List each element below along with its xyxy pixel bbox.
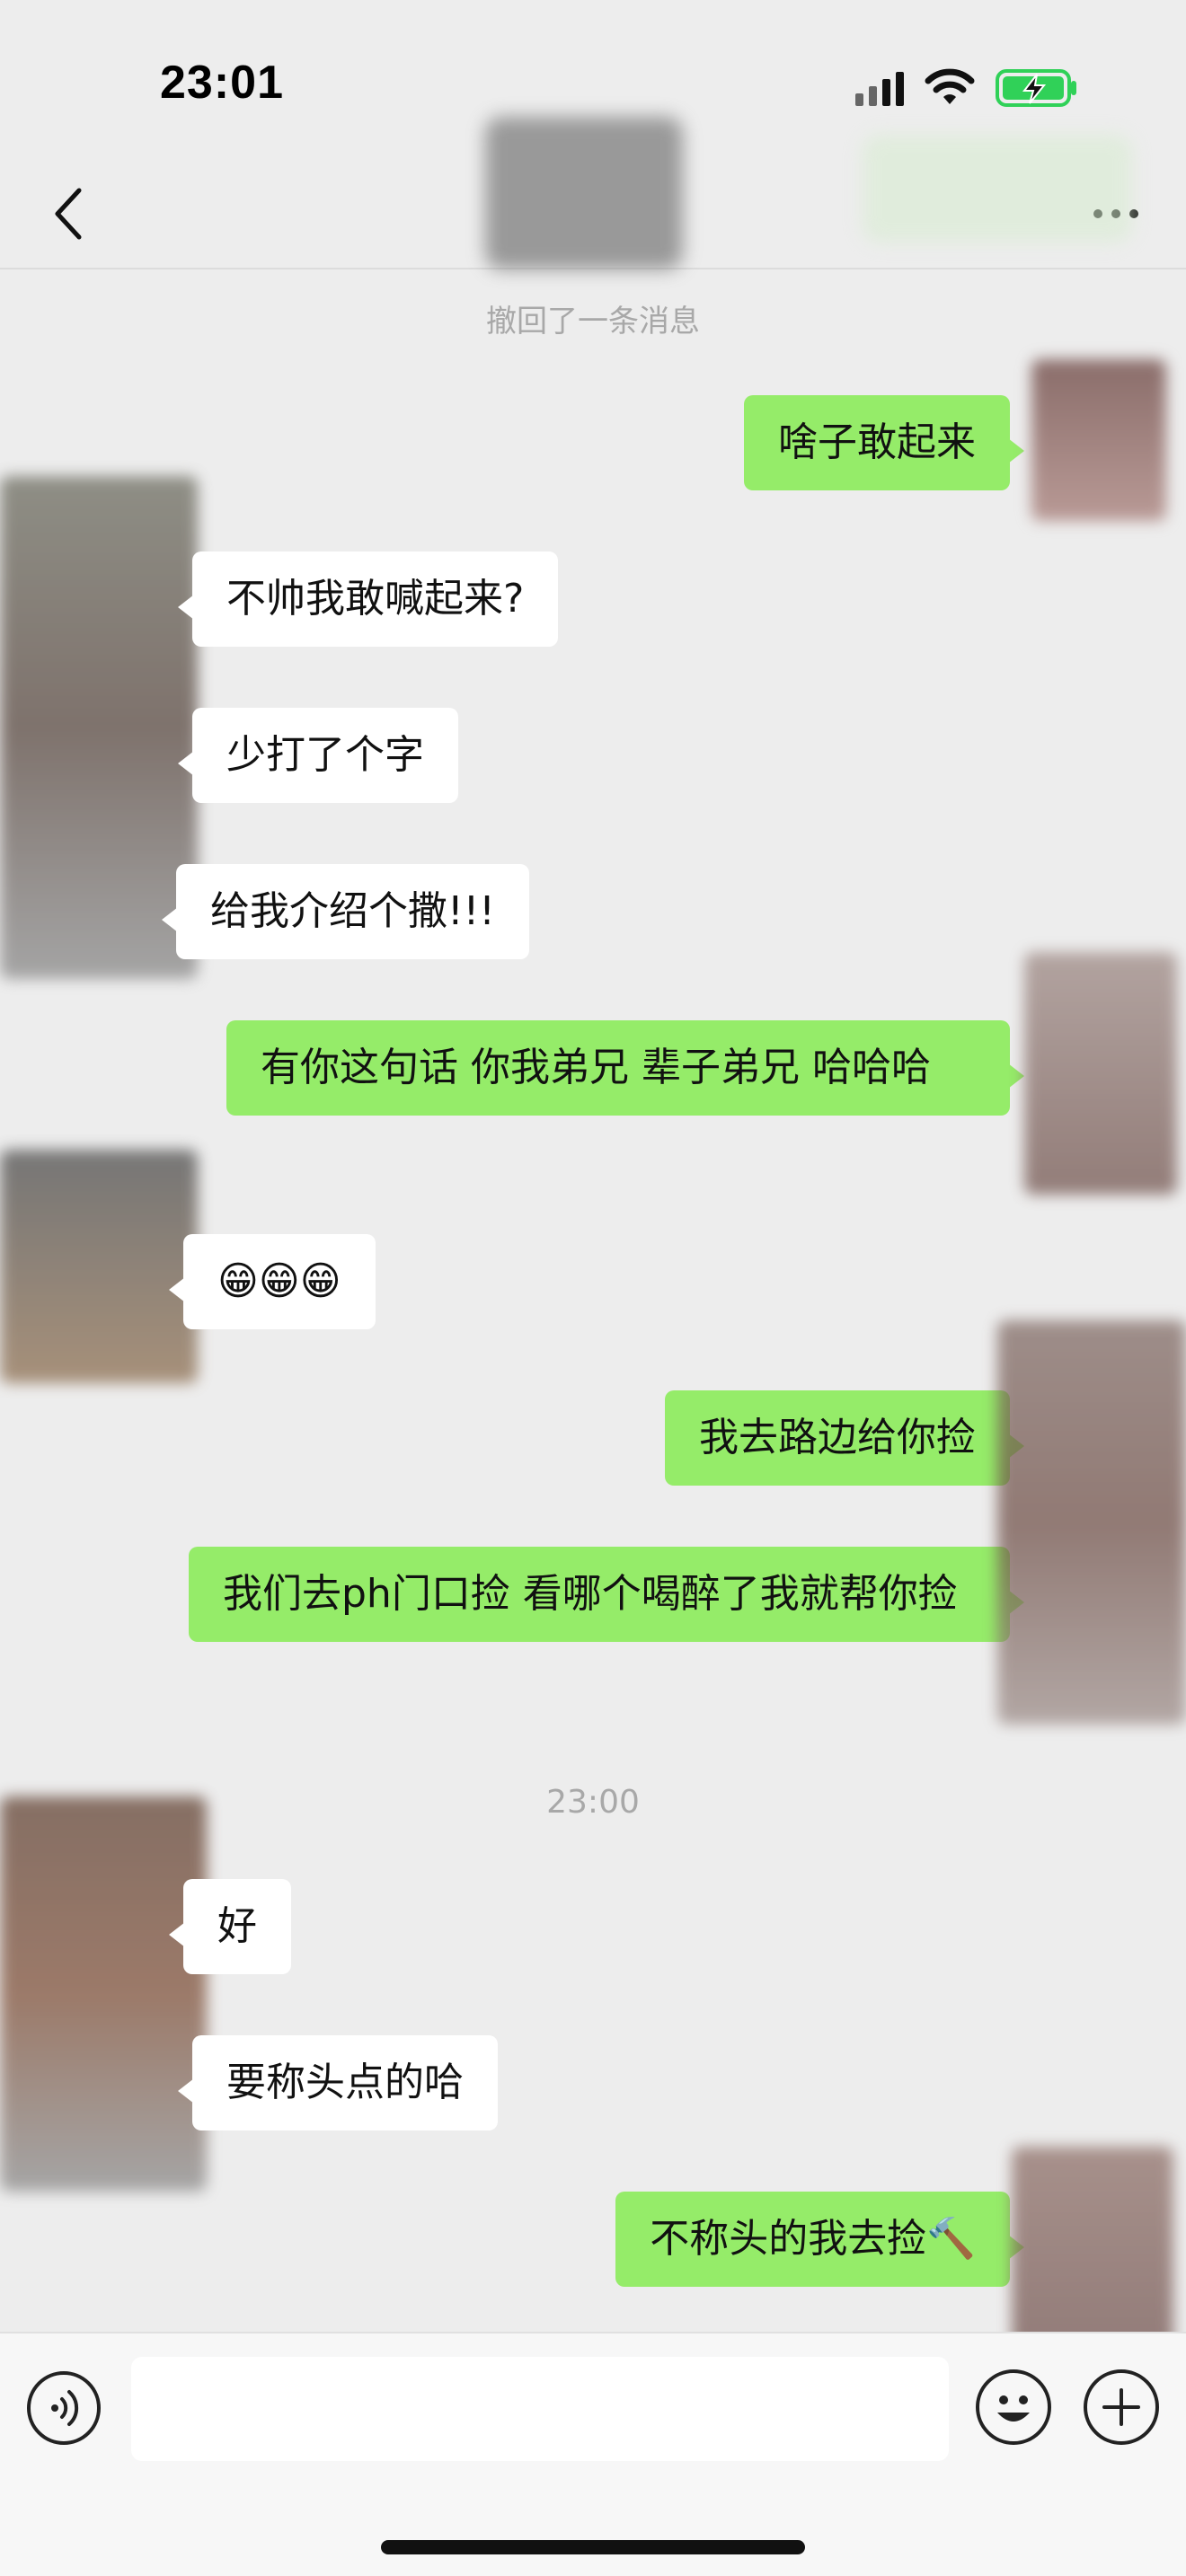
voice-icon [51, 2390, 79, 2426]
status-icons [855, 66, 1078, 110]
message-outgoing[interactable]: 不称头的我去捡🔨 [615, 2192, 1024, 2287]
message-incoming[interactable]: 给我介绍个撒!!! [162, 864, 529, 959]
redacted-contact-name [485, 117, 683, 269]
wifi-icon [925, 68, 975, 104]
message-incoming[interactable]: 😁😁😁 [169, 1234, 376, 1329]
battery-charging-icon [996, 69, 1076, 107]
redacted-mark [863, 135, 1132, 243]
message-incoming[interactable]: 要称头点的哈 [178, 2035, 498, 2130]
voice-button[interactable] [27, 2371, 101, 2445]
cellular-signal-icon [855, 70, 904, 106]
emoji-button[interactable] [976, 2369, 1051, 2445]
avatar-contact[interactable] [0, 1150, 198, 1383]
status-time: 23:01 [160, 57, 284, 109]
avatar-self[interactable] [1031, 359, 1166, 521]
avatar-self[interactable] [997, 1320, 1186, 1725]
message-outgoing[interactable]: 有你这句话 你我弟兄 辈子弟兄 哈哈哈 [226, 1020, 1024, 1116]
message-incoming[interactable]: 不帅我敢喊起来? [177, 551, 559, 647]
message-outgoing[interactable]: 啥子敢起来 [744, 395, 1024, 490]
input-bar [0, 2332, 1186, 2576]
chevron-left-icon [55, 188, 82, 240]
avatar-contact[interactable] [0, 476, 198, 979]
plus-button[interactable] [1084, 2369, 1159, 2445]
message-outgoing[interactable]: 我去路边给你捡 [665, 1390, 1024, 1486]
back-button[interactable] [36, 181, 101, 246]
message-input[interactable] [131, 2357, 949, 2461]
avatar-self[interactable] [1024, 952, 1177, 1195]
avatar-contact[interactable] [0, 1796, 207, 2192]
emoji-icon [997, 2395, 1030, 2422]
plus-icon [1102, 2388, 1140, 2426]
home-indicator[interactable] [381, 2540, 805, 2554]
message-outgoing[interactable]: 我们去ph门口捡 看哪个喝醉了我就帮你捡 [189, 1547, 1024, 1642]
message-incoming[interactable]: 好 [169, 1879, 291, 1974]
message-incoming[interactable]: 少打了个字 [178, 708, 458, 803]
recall-notice: 撤回了一条消息 [486, 304, 700, 340]
